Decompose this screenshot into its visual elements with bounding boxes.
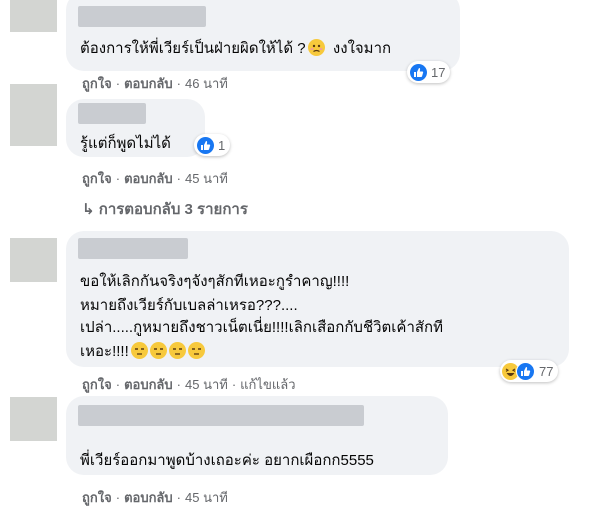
reaction-summary[interactable]: 1 xyxy=(194,134,231,156)
thumbs-up-icon xyxy=(516,361,535,381)
reply-action[interactable]: ตอบกลับ xyxy=(124,377,173,392)
edited-label[interactable]: แก้ไขแล้ว xyxy=(240,377,295,392)
reaction-count: 1 xyxy=(218,137,226,153)
like-action[interactable]: ถูกใจ xyxy=(82,377,112,392)
unamused-emoji-icon xyxy=(149,342,167,359)
comment-actions: ถูกใจ · ตอบกลับ · 45 นาที xyxy=(82,171,228,186)
timestamp[interactable]: 45 นาที xyxy=(185,377,228,392)
like-action[interactable]: ถูกใจ xyxy=(82,490,112,505)
comment-text-main: ต้องการให้พี่เวียร์เป็นฝ่ายผิดให้ได้ ? xyxy=(80,40,306,57)
view-replies-link[interactable]: ↳ การตอบกลับ 3 รายการ xyxy=(82,197,248,221)
comment-text-tail: งงใจมาก xyxy=(332,40,392,57)
commenter-name-blurred[interactable] xyxy=(78,103,146,124)
comment-line-last: เหอะ!!!! xyxy=(80,341,205,362)
commenter-name-blurred[interactable] xyxy=(78,238,188,259)
avatar[interactable] xyxy=(10,0,57,32)
commenter-name-blurred[interactable] xyxy=(78,6,206,27)
comment-actions: ถูกใจ · ตอบกลับ · 46 นาที xyxy=(82,76,228,91)
reply-action[interactable]: ตอบกลับ xyxy=(124,490,173,505)
comment-text: ต้องการให้พี่เวียร์เป็นฝ่ายผิดให้ได้ ? ง… xyxy=(80,38,391,59)
comment-line: หมายถึงเวียร์กับเบลล่าเหรอ???.... xyxy=(80,297,298,314)
comment-line: ขอให้เลิกกันจริงๆจังๆสักทีเหอะกูรำคาญ!!!… xyxy=(80,273,350,290)
unamused-emoji-icon xyxy=(168,342,186,359)
reaction-count: 77 xyxy=(539,363,554,379)
timestamp[interactable]: 45 นาที xyxy=(185,490,228,505)
avatar[interactable] xyxy=(10,238,57,282)
reaction-summary[interactable]: 77 xyxy=(500,360,559,382)
like-action[interactable]: ถูกใจ xyxy=(82,171,112,186)
reply-action[interactable]: ตอบกลับ xyxy=(124,76,173,91)
timestamp[interactable]: 45 นาที xyxy=(185,171,228,186)
reaction-count: 17 xyxy=(431,64,446,80)
thumbs-up-icon xyxy=(197,136,214,154)
comment-text: รู้แต่ก็พูดไม่ได้ xyxy=(80,135,171,152)
comment-line: เหอะ!!!! xyxy=(80,343,129,360)
commenter-name-blurred[interactable] xyxy=(78,405,364,426)
avatar[interactable] xyxy=(10,397,57,441)
reply-arrow-icon: ↳ xyxy=(82,201,95,218)
comment-line: เปล่า.....กูหมายถึงชาวเน็ตเนี่ย!!!!เลิกเ… xyxy=(80,319,443,336)
comment-text: พี่เวียร์ออกมาพูดบ้างเถอะค่ะ อยากเผือกก5… xyxy=(80,452,374,469)
confused-emoji-icon xyxy=(307,39,325,56)
thumbs-up-icon xyxy=(410,63,427,81)
like-action[interactable]: ถูกใจ xyxy=(82,76,112,91)
view-replies-label: การตอบกลับ 3 รายการ xyxy=(98,201,248,218)
comment-actions: ถูกใจ · ตอบกลับ · 45 นาที · แก้ไขแล้ว xyxy=(82,377,296,392)
timestamp[interactable]: 46 นาที xyxy=(185,76,228,91)
avatar[interactable] xyxy=(10,84,57,146)
reaction-summary[interactable]: 17 xyxy=(407,61,451,83)
unamused-emoji-icon xyxy=(187,342,205,359)
reply-action[interactable]: ตอบกลับ xyxy=(124,171,173,186)
comment-actions: ถูกใจ · ตอบกลับ · 45 นาที xyxy=(82,490,228,505)
unamused-emoji-icon xyxy=(130,342,148,359)
